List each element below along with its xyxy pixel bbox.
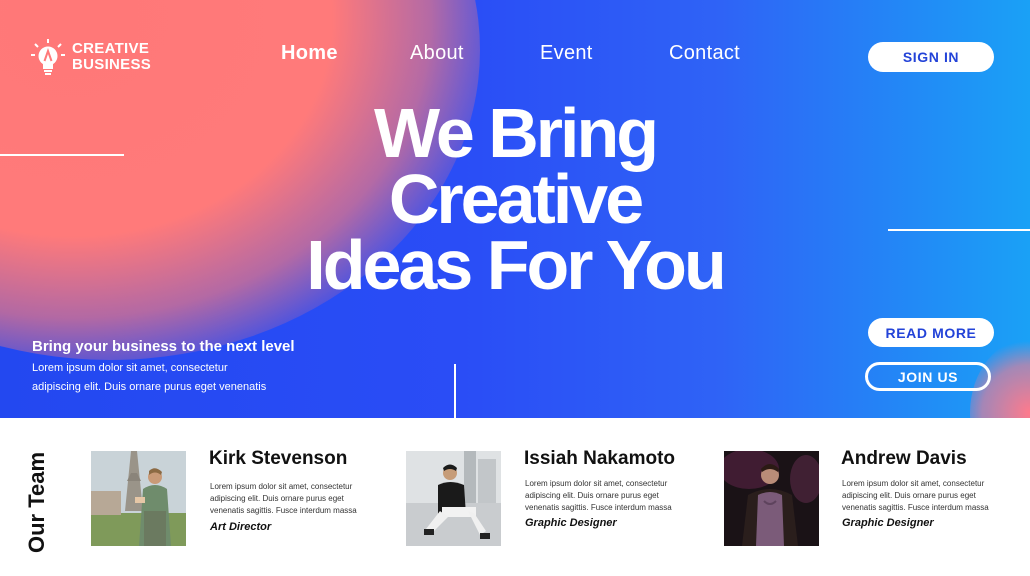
hero-headline: We Bring Creative Ideas For You [0,94,1030,304]
member-role: Graphic Designer [842,517,934,529]
hero-body-line-2: adipiscing elit. Duis ornare purus eget … [32,381,267,393]
hero-body-line-1: Lorem ipsum dolor sit amet, consectetur [32,362,228,374]
brand-logo[interactable]: CREATIVE BUSINESS [30,38,151,76]
our-team-label: Our Team [24,451,49,553]
brand-line-2: BUSINESS [72,56,152,73]
member-photo [724,451,819,546]
member-description: Lorem ipsum dolor sit amet, consectetur … [525,479,672,512]
headline-line-2: Creative [388,160,644,238]
member-role: Graphic Designer [525,517,617,529]
member-name: Issiah Nakamoto [524,448,675,469]
nav-contact[interactable]: Contact [669,42,740,66]
brand-name: CREATIVE BUSINESS [72,41,151,73]
sign-in-button[interactable]: SIGN IN [868,42,994,72]
headline-line-3: Ideas For You [306,226,726,304]
member-description: Lorem ipsum dolor sit amet, consectetur … [210,482,357,515]
nav-about[interactable]: About [410,42,464,66]
lightbulb-icon [30,38,66,76]
headline-line-1: We Bring [374,94,659,172]
member-description: Lorem ipsum dolor sit amet, consectetur … [842,479,989,512]
read-more-button[interactable]: READ MORE [868,318,994,347]
hero-subtitle: Bring your business to the next level [32,338,295,355]
member-photo [91,451,186,546]
brand-line-1: CREATIVE [72,40,150,57]
member-name: Andrew Davis [841,448,967,469]
nav-event[interactable]: Event [540,42,593,66]
decorative-line-vertical [454,364,456,418]
member-role: Art Director [210,521,272,533]
member-name: Kirk Stevenson [209,448,348,469]
hero-section: CREATIVE BUSINESS Home About Event Conta… [0,0,1030,418]
join-us-button[interactable]: JOIN US [865,362,991,391]
nav-home[interactable]: Home [281,42,338,66]
member-photo [406,451,501,546]
